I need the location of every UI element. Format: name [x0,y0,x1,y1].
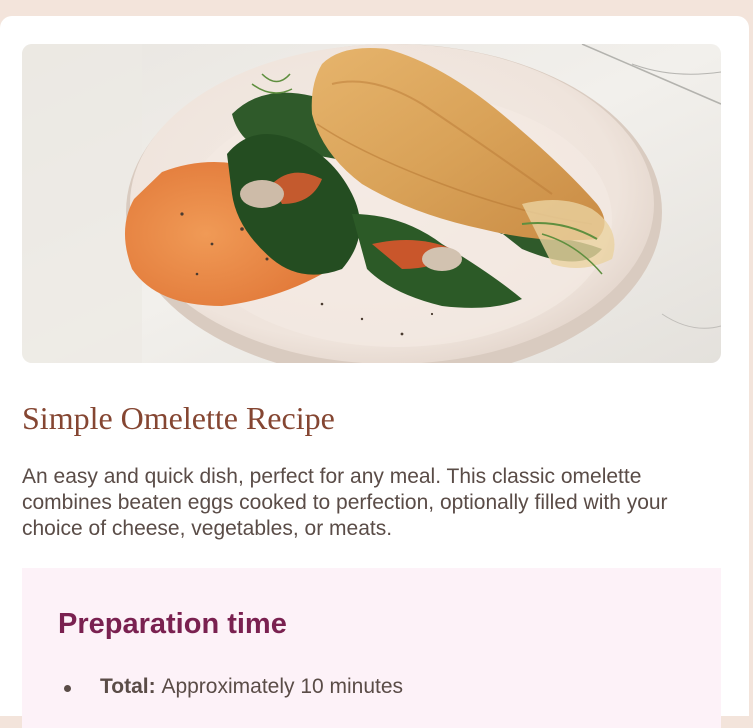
recipe-description: An easy and quick dish, perfect for any … [22,465,668,540]
list-item: Total: Approximately 10 minutes [58,674,403,700]
preparation-time-list: Total: Approximately 10 minutes [58,674,403,700]
bullet-icon [64,685,71,692]
preparation-time-section: Preparation time Total: Approximately 10… [22,568,721,728]
recipe-card: Simple Omelette Recipe An easy and quick… [0,16,749,728]
prep-item-label: Total: [100,675,162,698]
recipe-title: Simple Omelette Recipe [22,400,335,436]
omelette-photo [22,44,721,363]
prep-item-value: Approximately 10 minutes [161,675,404,698]
preparation-time-heading: Preparation time [58,608,287,640]
